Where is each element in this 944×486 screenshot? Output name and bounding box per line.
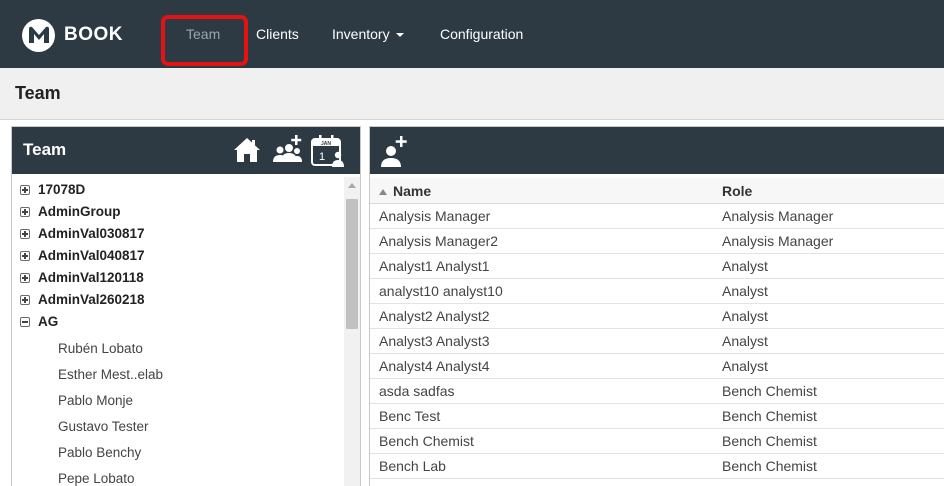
calendar-day-text: 1 — [319, 151, 325, 163]
home-icon[interactable] — [231, 133, 263, 167]
cell-role: Analyst — [722, 333, 768, 349]
cell-role: Bench Chemist — [722, 383, 817, 399]
sort-ascending-icon — [379, 189, 387, 195]
expand-plus-icon[interactable] — [20, 229, 30, 239]
cell-role: Analysis Manager — [722, 233, 834, 249]
grid-header-row: Name Role — [370, 178, 944, 204]
table-row[interactable]: Benc Test Bench Chemist — [370, 404, 944, 429]
tree-group-label: AdminVal260218 — [38, 292, 145, 307]
cell-role: Analyst — [722, 358, 768, 374]
table-row[interactable]: Analysis Manager Analysis Manager — [370, 204, 944, 229]
app-logo[interactable]: BOOK — [22, 18, 123, 52]
top-navbar: BOOK Team Clients Inventory Configuratio… — [0, 0, 944, 68]
nav-inventory-label: Inventory — [332, 26, 390, 42]
tree-member[interactable]: Pablo Monje — [12, 388, 344, 414]
tree-member[interactable]: Gustavo Tester — [12, 414, 344, 440]
add-group-icon[interactable] — [270, 133, 304, 167]
cell-role: Bench Chemist — [722, 433, 817, 449]
tree-group-ag[interactable]: AG — [12, 311, 344, 333]
expand-plus-icon[interactable] — [20, 185, 30, 195]
tree-group-admingroup[interactable]: AdminGroup — [12, 201, 344, 223]
tree-member[interactable]: Pepe Lobato — [12, 466, 344, 486]
cell-role: Analyst — [722, 308, 768, 324]
page-title: Team — [15, 83, 61, 103]
calendar-user-icon[interactable]: JAN 1 — [310, 133, 346, 169]
cell-name: Bench Lab — [379, 458, 446, 474]
tree-group-label: AG — [38, 314, 59, 329]
tree-group-adminval040817[interactable]: AdminVal040817 — [12, 245, 344, 267]
cell-name: asda sadfas — [379, 383, 455, 399]
cell-role: Bench Chemist — [722, 458, 817, 474]
cell-name: Analyst1 Analyst1 — [379, 258, 490, 274]
cell-name: Analyst3 Analyst3 — [379, 333, 490, 349]
cell-role: Analysis Manager — [722, 208, 834, 224]
cell-name: Benc Test — [379, 408, 441, 424]
add-user-icon[interactable] — [378, 133, 412, 169]
tree-group-label: AdminVal120118 — [38, 270, 144, 285]
tree-group-label: AdminGroup — [38, 204, 121, 219]
page-header: Team — [0, 68, 944, 120]
nav-clients[interactable]: Clients — [256, 24, 299, 44]
nav-inventory[interactable]: Inventory — [332, 24, 404, 44]
table-row[interactable]: Analyst4 Analyst4 Analyst — [370, 354, 944, 379]
table-row[interactable]: Bench Chemist Bench Chemist — [370, 429, 944, 454]
column-header-name[interactable]: Name — [379, 178, 709, 204]
users-toolbar — [370, 127, 944, 174]
scrollbar-thumb[interactable] — [346, 199, 358, 329]
team-tree-panel: Team JAN 1 17078D AdminGroup AdminVal030… — [11, 126, 361, 486]
cell-name: Analysis Manager2 — [379, 233, 499, 249]
team-panel-header: Team JAN 1 — [12, 127, 360, 174]
tree-group-17078d[interactable]: 17078D — [12, 179, 344, 201]
table-row[interactable]: analyst10 analyst10 Analyst — [370, 279, 944, 304]
table-row[interactable]: Bench Lab Bench Chemist — [370, 454, 944, 479]
column-header-role[interactable]: Role — [722, 178, 942, 204]
tree-scrollbar[interactable] — [344, 177, 360, 486]
logo-mark-icon — [22, 18, 55, 52]
tree-group-adminval030817[interactable]: AdminVal030817 — [12, 223, 344, 245]
tree-group-label: AdminVal030817 — [38, 226, 145, 241]
cell-name: Analysis Manager — [379, 208, 491, 224]
calendar-month-text: JAN — [321, 141, 331, 147]
expand-plus-icon[interactable] — [20, 295, 30, 305]
table-row[interactable]: Analyst1 Analyst1 Analyst — [370, 254, 944, 279]
cell-name: Analyst4 Analyst4 — [379, 358, 490, 374]
cell-role: Bench Chemist — [722, 408, 817, 424]
table-row[interactable]: Analyst2 Analyst2 Analyst — [370, 304, 944, 329]
cell-name: Bench Chemist — [379, 433, 474, 449]
users-grid: Name Role Analysis Manager Analysis Manag… — [370, 178, 944, 479]
tree-member[interactable]: Pablo Benchy — [12, 440, 344, 466]
logo-text: BOOK — [64, 24, 123, 45]
column-header-name-label: Name — [393, 183, 432, 199]
team-tree: 17078D AdminGroup AdminVal030817 AdminVa… — [12, 179, 344, 486]
expand-plus-icon[interactable] — [20, 207, 30, 217]
cell-name: analyst10 analyst10 — [379, 283, 503, 299]
scroll-up-arrow-icon[interactable] — [348, 183, 356, 188]
tree-group-adminval120118[interactable]: AdminVal120118 — [12, 267, 344, 289]
tree-group-label: 17078D — [38, 182, 86, 197]
tree-member[interactable]: Esther Mest..elab — [12, 362, 344, 388]
team-panel-title: Team — [23, 140, 67, 159]
nav-team[interactable]: Team — [186, 24, 220, 44]
tree-group-adminval260218[interactable]: AdminVal260218 — [12, 289, 344, 311]
expand-plus-icon[interactable] — [20, 251, 30, 261]
cell-name: Analyst2 Analyst2 — [379, 308, 490, 324]
expand-plus-icon[interactable] — [20, 273, 30, 283]
chevron-down-icon — [395, 33, 404, 38]
tree-member[interactable]: Rubén Lobato — [12, 336, 344, 362]
cell-role: Analyst — [722, 283, 768, 299]
users-grid-panel: Name Role Analysis Manager Analysis Manag… — [369, 126, 944, 486]
collapse-minus-icon[interactable] — [20, 317, 30, 327]
table-row[interactable]: Analysis Manager2 Analysis Manager — [370, 229, 944, 254]
cell-role: Analyst — [722, 258, 768, 274]
tree-group-label: AdminVal040817 — [38, 248, 145, 263]
table-row[interactable]: asda sadfas Bench Chemist — [370, 379, 944, 404]
table-row[interactable]: Analyst3 Analyst3 Analyst — [370, 329, 944, 354]
nav-configuration[interactable]: Configuration — [440, 24, 523, 44]
